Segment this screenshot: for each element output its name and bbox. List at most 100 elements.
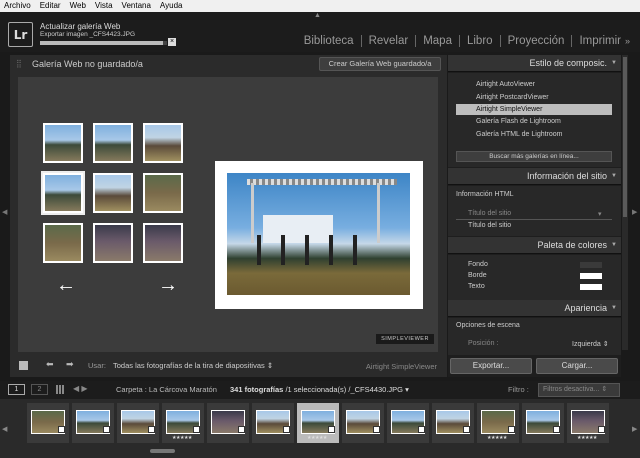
text-color-swatch[interactable] (580, 284, 602, 290)
folder-source-label[interactable]: Carpeta : La Cárcova Maratón (116, 385, 217, 394)
gallery-style-item[interactable]: Galería Flash de Lightroom (456, 116, 612, 127)
edited-badge-icon (238, 426, 245, 433)
gallery-thumb[interactable] (143, 223, 183, 263)
gallery-style-item[interactable]: Airtight AutoViewer (456, 79, 612, 90)
menu-vista[interactable]: Vista (95, 0, 113, 12)
main-image[interactable] (227, 173, 410, 295)
site-info-section-title: Información del sitio (526, 171, 607, 181)
filmstrip-thumb[interactable] (207, 403, 249, 443)
filmstrip-thumb-selected[interactable]: ★★★★★ (297, 403, 339, 443)
module-proyeccion[interactable]: Proyección (508, 35, 565, 47)
collapse-section-icon[interactable]: ▼ (611, 60, 617, 66)
filmstrip-thumb[interactable] (117, 403, 159, 443)
primary-window-button[interactable]: 1 (8, 384, 25, 395)
gallery-style-item[interactable]: Galería HTML de Lightroom (456, 129, 612, 140)
site-info-section-header[interactable]: Información del sitio ▼ (448, 168, 621, 185)
collapse-section-icon[interactable]: ▼ (611, 242, 617, 248)
menu-ventana[interactable]: Ventana (122, 0, 151, 12)
module-revelar[interactable]: Revelar (369, 35, 409, 47)
appearance-section-body: Opciones de escena Posición : Izquierda … (448, 318, 621, 355)
filmstrip-nav-arrows-icon[interactable]: ◀ ▶ (73, 384, 88, 393)
gallery-thumb[interactable] (93, 173, 133, 213)
find-more-galleries-button[interactable]: Buscar más galerías en línea... (456, 151, 612, 162)
rating-stars: ★★★★★ (172, 435, 192, 441)
module-mapa[interactable]: Mapa (423, 35, 452, 47)
filmstrip-thumb[interactable] (387, 403, 429, 443)
collapse-section-icon[interactable]: ▼ (611, 173, 617, 179)
appearance-section-header[interactable]: Apariencia ▼ (448, 300, 621, 317)
position-select[interactable]: Izquierda ⇕ (572, 340, 609, 348)
main-image-frame (215, 161, 423, 309)
menu-editar[interactable]: Editar (40, 0, 61, 12)
edited-badge-icon (193, 426, 200, 433)
site-title-underline (456, 219, 612, 220)
gallery-thumb-selected[interactable] (41, 171, 85, 215)
collapse-left-panel-icon[interactable]: ◀ (2, 208, 7, 216)
filmstrip-thumb[interactable] (252, 403, 294, 443)
filmstrip-thumb[interactable]: ★★★★★ (567, 403, 609, 443)
gallery-style-item-selected[interactable]: Airtight SimpleViewer (456, 104, 612, 115)
filmstrip-thumb[interactable] (522, 403, 564, 443)
scrollbar-thumb[interactable] (623, 57, 627, 217)
progress-fill (40, 41, 164, 45)
filmstrip-thumb[interactable]: ★★★★★ (477, 403, 519, 443)
module-libro[interactable]: Libro (467, 35, 493, 47)
filmstrip-thumb[interactable] (72, 403, 114, 443)
modules-more-icon[interactable]: » (625, 36, 630, 46)
next-photo-icon[interactable]: ➡ (66, 359, 74, 370)
thumb-photo (95, 225, 131, 261)
filmstrip-thumb[interactable] (432, 403, 474, 443)
thumb-photo (95, 175, 131, 211)
color-palette-section-header[interactable]: Paleta de colores ▼ (448, 237, 621, 254)
use-label: Usar: (88, 361, 106, 370)
edited-badge-icon (373, 426, 380, 433)
filmstrip-scrollbar[interactable] (150, 449, 175, 453)
filmstrip-thumb[interactable] (27, 403, 69, 443)
secondary-window-button[interactable]: 2 (31, 384, 48, 395)
filmstrip-scroll-right-icon[interactable]: ▶ (632, 425, 637, 433)
palette-label-borde: Borde (468, 272, 487, 279)
collapse-top-panel-icon[interactable]: ▲ (314, 12, 321, 19)
module-biblioteca[interactable]: Biblioteca (304, 35, 354, 47)
stop-preview-icon[interactable] (19, 361, 28, 370)
site-title-dropdown-icon[interactable]: ▾ (598, 210, 602, 218)
gallery-thumb[interactable] (43, 123, 83, 163)
center-toolbar: ⬅ ➡ Usar: Todas las fotografías de la ti… (10, 355, 447, 377)
filmstrip-thumb[interactable]: ★★★★★ (162, 403, 204, 443)
gallery-thumb[interactable] (43, 223, 83, 263)
style-section-header[interactable]: Estilo de composic. ▼ (448, 55, 621, 72)
right-panel-scrollbar[interactable] (622, 55, 628, 350)
simpleviewer-logo: SIMPLEVIEWER (376, 334, 434, 344)
edited-badge-icon (553, 426, 560, 433)
filmstrip-scroll-left-icon[interactable]: ◀ (2, 425, 7, 433)
upload-button[interactable]: Cargar... (536, 358, 618, 374)
previous-photo-icon[interactable]: ⬅ (46, 359, 54, 370)
module-imprimir[interactable]: Imprimir (579, 35, 621, 47)
photo-source-select[interactable]: Todas las fotografías de la tira de diap… (113, 361, 273, 370)
filter-select[interactable]: Filtros desactiva... ⇕ (538, 383, 620, 397)
collapse-right-panel-icon[interactable]: ▶ (632, 208, 637, 216)
gallery-thumb[interactable] (143, 173, 183, 213)
site-title-field[interactable]: Título del sitio (468, 222, 511, 229)
collapse-section-icon[interactable]: ▼ (611, 305, 617, 311)
gallery-thumb[interactable] (143, 123, 183, 163)
create-saved-gallery-button[interactable]: Crear Galería Web guardado/a (319, 57, 441, 71)
export-button[interactable]: Exportar... (450, 358, 532, 374)
center-panel: ⣿ Galería Web no guardado/a Crear Galerí… (10, 55, 447, 355)
background-color-swatch[interactable] (580, 262, 602, 268)
grid-view-icon[interactable] (56, 385, 65, 394)
previous-page-arrow-icon[interactable]: ← (56, 274, 76, 297)
thumb-photo (45, 225, 81, 261)
gallery-thumb[interactable] (93, 223, 133, 263)
filmstrip-thumb[interactable] (342, 403, 384, 443)
menu-web[interactable]: Web (70, 0, 86, 12)
gallery-style-item[interactable]: Airtight PostcardViewer (456, 92, 612, 103)
cancel-activity-button[interactable]: × (168, 38, 176, 46)
rating-stars: ★★★★★ (577, 435, 597, 441)
menu-archivo[interactable]: Archivo (4, 0, 31, 12)
menu-ayuda[interactable]: Ayuda (160, 0, 183, 12)
gallery-thumb[interactable] (93, 123, 133, 163)
module-separator (499, 35, 501, 47)
border-color-swatch[interactable] (580, 273, 602, 279)
next-page-arrow-icon[interactable]: → (158, 274, 178, 297)
